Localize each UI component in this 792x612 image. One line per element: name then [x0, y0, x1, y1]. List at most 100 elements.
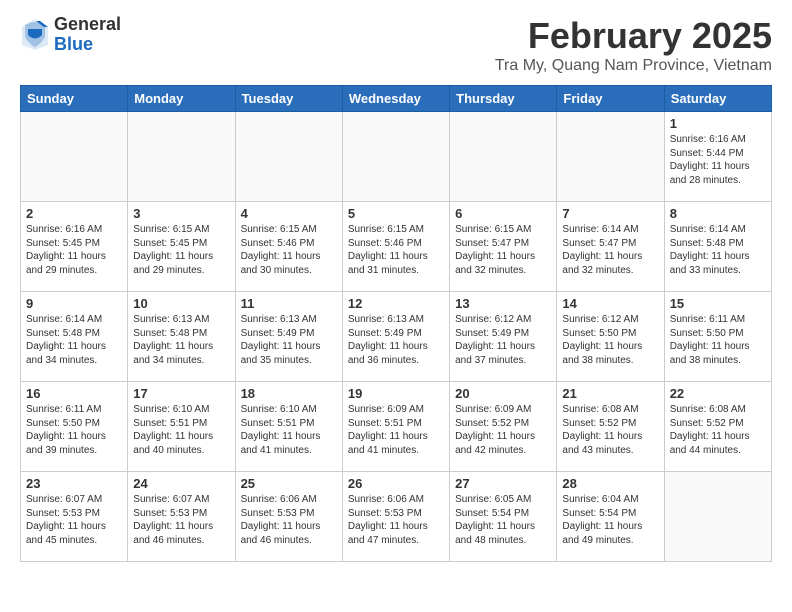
- logo: General Blue: [20, 15, 121, 55]
- day-info: Sunrise: 6:15 AM Sunset: 5:46 PM Dayligh…: [348, 223, 444, 277]
- weekday-header-tuesday: Tuesday: [235, 86, 342, 112]
- day-info: Sunrise: 6:08 AM Sunset: 5:52 PM Dayligh…: [562, 403, 658, 457]
- calendar-cell: 14 Sunrise: 6:12 AM Sunset: 5:50 PM Dayli…: [557, 292, 664, 382]
- calendar-cell: 8 Sunrise: 6:14 AM Sunset: 5:48 PM Daylig…: [664, 202, 771, 292]
- day-info: Sunrise: 6:05 AM Sunset: 5:54 PM Dayligh…: [455, 493, 551, 547]
- week-row-4: 16Sunrise: 6:11 AM Sunset: 5:50 PM Dayli…: [21, 382, 772, 472]
- day-info: Sunrise: 6:04 AM Sunset: 5:54 PM Dayligh…: [562, 493, 658, 547]
- logo-general: General: [54, 15, 121, 35]
- day-info: Sunrise: 6:06 AM Sunset: 5:53 PM Dayligh…: [241, 493, 337, 547]
- title-area: February 2025 Tra My, Quang Nam Province…: [495, 15, 772, 75]
- calendar-cell: 15 Sunrise: 6:11 AM Sunset: 5:50 PM Dayli…: [664, 292, 771, 382]
- day-number: 18: [241, 386, 337, 401]
- calendar-cell: 26 Sunrise: 6:06 AM Sunset: 5:53 PM Dayli…: [342, 472, 449, 562]
- calendar-cell: 6Sunrise: 6:15 AM Sunset: 5:47 PM Daylig…: [450, 202, 557, 292]
- day-info: Sunrise: 6:15 AM Sunset: 5:46 PM Dayligh…: [241, 223, 337, 277]
- day-number: 19: [348, 386, 444, 401]
- day-info: Sunrise: 6:07 AM Sunset: 5:53 PM Dayligh…: [26, 493, 122, 547]
- calendar-cell: 25 Sunrise: 6:06 AM Sunset: 5:53 PM Dayli…: [235, 472, 342, 562]
- day-number: 24: [133, 476, 229, 491]
- calendar-cell: 16Sunrise: 6:11 AM Sunset: 5:50 PM Dayli…: [21, 382, 128, 472]
- day-number: 27: [455, 476, 551, 491]
- calendar-cell: 18Sunrise: 6:10 AM Sunset: 5:51 PM Dayli…: [235, 382, 342, 472]
- calendar-cell: 11 Sunrise: 6:13 AM Sunset: 5:49 PM Dayli…: [235, 292, 342, 382]
- day-number: 25: [241, 476, 337, 491]
- day-number: 26: [348, 476, 444, 491]
- calendar-cell: 23 Sunrise: 6:07 AM Sunset: 5:53 PM Dayli…: [21, 472, 128, 562]
- day-number: 1: [670, 116, 766, 131]
- page: General Blue February 2025 Tra My, Quang…: [0, 0, 792, 577]
- calendar-cell: 2 Sunrise: 6:16 AM Sunset: 5:45 PM Daylig…: [21, 202, 128, 292]
- day-number: 4: [241, 206, 337, 221]
- calendar-cell: 1 Sunrise: 6:16 AM Sunset: 5:44 PM Daylig…: [664, 112, 771, 202]
- calendar-cell: [21, 112, 128, 202]
- calendar-cell: [235, 112, 342, 202]
- day-number: 10: [133, 296, 229, 311]
- day-info: Sunrise: 6:09 AM Sunset: 5:52 PM Dayligh…: [455, 403, 551, 457]
- day-number: 20: [455, 386, 551, 401]
- week-row-2: 2 Sunrise: 6:16 AM Sunset: 5:45 PM Daylig…: [21, 202, 772, 292]
- day-number: 8: [670, 206, 766, 221]
- calendar-cell: 7 Sunrise: 6:14 AM Sunset: 5:47 PM Daylig…: [557, 202, 664, 292]
- day-number: 7: [562, 206, 658, 221]
- day-number: 17: [133, 386, 229, 401]
- calendar-cell: 13Sunrise: 6:12 AM Sunset: 5:49 PM Dayli…: [450, 292, 557, 382]
- weekday-header-monday: Monday: [128, 86, 235, 112]
- day-number: 28: [562, 476, 658, 491]
- day-info: Sunrise: 6:15 AM Sunset: 5:47 PM Dayligh…: [455, 223, 551, 277]
- day-number: 9: [26, 296, 122, 311]
- day-number: 16: [26, 386, 122, 401]
- calendar-cell: [664, 472, 771, 562]
- day-number: 14: [562, 296, 658, 311]
- day-number: 21: [562, 386, 658, 401]
- calendar-cell: 28 Sunrise: 6:04 AM Sunset: 5:54 PM Dayli…: [557, 472, 664, 562]
- location: Tra My, Quang Nam Province, Vietnam: [495, 57, 772, 75]
- day-info: Sunrise: 6:11 AM Sunset: 5:50 PM Dayligh…: [670, 313, 766, 367]
- day-info: Sunrise: 6:13 AM Sunset: 5:48 PM Dayligh…: [133, 313, 229, 367]
- calendar-cell: 24 Sunrise: 6:07 AM Sunset: 5:53 PM Dayli…: [128, 472, 235, 562]
- day-number: 23: [26, 476, 122, 491]
- day-number: 2: [26, 206, 122, 221]
- weekday-header-wednesday: Wednesday: [342, 86, 449, 112]
- weekday-header-saturday: Saturday: [664, 86, 771, 112]
- calendar: SundayMondayTuesdayWednesdayThursdayFrid…: [20, 85, 772, 562]
- day-info: Sunrise: 6:06 AM Sunset: 5:53 PM Dayligh…: [348, 493, 444, 547]
- week-row-1: 1 Sunrise: 6:16 AM Sunset: 5:44 PM Daylig…: [21, 112, 772, 202]
- logo-blue: Blue: [54, 35, 121, 55]
- calendar-cell: 19 Sunrise: 6:09 AM Sunset: 5:51 PM Dayli…: [342, 382, 449, 472]
- day-info: Sunrise: 6:15 AM Sunset: 5:45 PM Dayligh…: [133, 223, 229, 277]
- day-number: 22: [670, 386, 766, 401]
- day-info: Sunrise: 6:07 AM Sunset: 5:53 PM Dayligh…: [133, 493, 229, 547]
- day-info: Sunrise: 6:13 AM Sunset: 5:49 PM Dayligh…: [241, 313, 337, 367]
- calendar-cell: 4 Sunrise: 6:15 AM Sunset: 5:46 PM Daylig…: [235, 202, 342, 292]
- calendar-cell: 21 Sunrise: 6:08 AM Sunset: 5:52 PM Dayli…: [557, 382, 664, 472]
- day-number: 11: [241, 296, 337, 311]
- day-info: Sunrise: 6:14 AM Sunset: 5:48 PM Dayligh…: [26, 313, 122, 367]
- day-number: 5: [348, 206, 444, 221]
- calendar-cell: 12 Sunrise: 6:13 AM Sunset: 5:49 PM Dayli…: [342, 292, 449, 382]
- day-info: Sunrise: 6:16 AM Sunset: 5:45 PM Dayligh…: [26, 223, 122, 277]
- day-info: Sunrise: 6:10 AM Sunset: 5:51 PM Dayligh…: [133, 403, 229, 457]
- calendar-cell: 22 Sunrise: 6:08 AM Sunset: 5:52 PM Dayli…: [664, 382, 771, 472]
- calendar-cell: 5 Sunrise: 6:15 AM Sunset: 5:46 PM Daylig…: [342, 202, 449, 292]
- calendar-cell: [342, 112, 449, 202]
- weekday-header-thursday: Thursday: [450, 86, 557, 112]
- calendar-cell: 10 Sunrise: 6:13 AM Sunset: 5:48 PM Dayli…: [128, 292, 235, 382]
- weekday-header-friday: Friday: [557, 86, 664, 112]
- week-row-3: 9 Sunrise: 6:14 AM Sunset: 5:48 PM Daylig…: [21, 292, 772, 382]
- day-info: Sunrise: 6:08 AM Sunset: 5:52 PM Dayligh…: [670, 403, 766, 457]
- day-number: 15: [670, 296, 766, 311]
- calendar-cell: 20 Sunrise: 6:09 AM Sunset: 5:52 PM Dayli…: [450, 382, 557, 472]
- day-info: Sunrise: 6:12 AM Sunset: 5:49 PM Dayligh…: [455, 313, 551, 367]
- day-info: Sunrise: 6:09 AM Sunset: 5:51 PM Dayligh…: [348, 403, 444, 457]
- day-info: Sunrise: 6:13 AM Sunset: 5:49 PM Dayligh…: [348, 313, 444, 367]
- calendar-cell: 3 Sunrise: 6:15 AM Sunset: 5:45 PM Daylig…: [128, 202, 235, 292]
- month-title: February 2025: [495, 15, 772, 57]
- day-number: 3: [133, 206, 229, 221]
- day-info: Sunrise: 6:12 AM Sunset: 5:50 PM Dayligh…: [562, 313, 658, 367]
- day-info: Sunrise: 6:14 AM Sunset: 5:47 PM Dayligh…: [562, 223, 658, 277]
- calendar-cell: 27 Sunrise: 6:05 AM Sunset: 5:54 PM Dayli…: [450, 472, 557, 562]
- day-number: 12: [348, 296, 444, 311]
- day-info: Sunrise: 6:16 AM Sunset: 5:44 PM Dayligh…: [670, 133, 766, 187]
- day-info: Sunrise: 6:14 AM Sunset: 5:48 PM Dayligh…: [670, 223, 766, 277]
